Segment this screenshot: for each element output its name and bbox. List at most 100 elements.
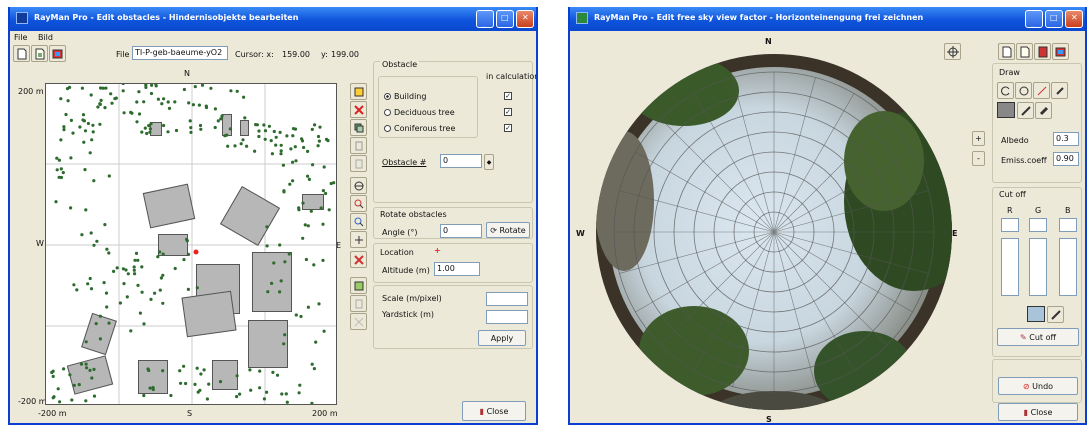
apply-button[interactable]: Apply bbox=[478, 330, 526, 346]
file-name-field[interactable]: TI-P-geb-baeume-yO2 bbox=[132, 46, 228, 60]
cutoff-button[interactable]: ✎ Cut off bbox=[997, 328, 1079, 346]
tree-dot bbox=[199, 372, 203, 376]
clear-icon[interactable] bbox=[350, 251, 367, 268]
eraser-icon[interactable] bbox=[1035, 102, 1052, 119]
close-window-button[interactable]: ✕ bbox=[516, 10, 534, 28]
menu-bild[interactable]: Bild bbox=[38, 33, 53, 42]
include-building-checkbox[interactable]: ✓ bbox=[504, 92, 512, 100]
b-value-box[interactable] bbox=[1059, 218, 1077, 232]
radio-building[interactable]: Building bbox=[384, 92, 426, 101]
obstacle-number-spinner[interactable]: ◆ bbox=[484, 154, 494, 170]
maximize-button[interactable]: □ bbox=[1045, 10, 1063, 28]
obstacle-number-input[interactable]: 0 bbox=[440, 154, 482, 168]
tree-dot bbox=[59, 97, 63, 101]
albedo-input[interactable]: 0.3 bbox=[1053, 132, 1079, 146]
pan-icon[interactable] bbox=[350, 231, 367, 248]
import-icon[interactable] bbox=[350, 277, 367, 294]
g-value-box[interactable] bbox=[1029, 218, 1047, 232]
r-label: R bbox=[1007, 206, 1013, 215]
yardstick-input[interactable] bbox=[486, 310, 528, 324]
tree-dot bbox=[301, 236, 305, 240]
zoom-out-icon[interactable] bbox=[350, 213, 367, 230]
tree-dot bbox=[291, 179, 295, 183]
scale-input[interactable] bbox=[486, 292, 528, 306]
fill-tool-icon[interactable] bbox=[1051, 82, 1068, 99]
rotate-button[interactable]: ⟳ Rotate bbox=[486, 222, 530, 238]
radio-dot-deciduous[interactable] bbox=[384, 109, 391, 116]
obstacle-map[interactable] bbox=[45, 83, 337, 405]
cursor-x-value: 159.00 bbox=[282, 50, 310, 59]
tree-dot bbox=[132, 268, 136, 272]
include-deciduous-checkbox[interactable]: ✓ bbox=[504, 108, 512, 116]
tree-dot bbox=[327, 208, 331, 212]
radio-deciduous[interactable]: Deciduous tree bbox=[384, 108, 455, 117]
active-color-swatch[interactable] bbox=[997, 102, 1015, 118]
delete-obstacle-icon[interactable] bbox=[350, 101, 367, 118]
tree-dot bbox=[300, 139, 305, 143]
tree-dot bbox=[238, 392, 242, 396]
add-obstacle-icon[interactable] bbox=[350, 83, 367, 100]
include-coniferous-checkbox[interactable]: ✓ bbox=[504, 124, 512, 132]
line-tool-icon[interactable] bbox=[1033, 82, 1050, 99]
new-file-icon[interactable] bbox=[13, 45, 30, 62]
paste-obstacle-icon[interactable] bbox=[350, 137, 367, 154]
undo-button[interactable]: ⊘ Undo bbox=[998, 377, 1078, 395]
radio-dot-coniferous[interactable] bbox=[384, 125, 391, 132]
tree-dot bbox=[137, 112, 142, 116]
b-slider[interactable] bbox=[1059, 238, 1077, 296]
radio-coniferous[interactable]: Coniferous tree bbox=[384, 124, 455, 133]
copy-obstacle-icon[interactable] bbox=[350, 119, 367, 136]
tree-dot bbox=[318, 125, 322, 129]
undo-obstacle-icon[interactable] bbox=[350, 155, 367, 172]
tree-dot bbox=[186, 252, 191, 256]
r-value-box[interactable] bbox=[1001, 218, 1019, 232]
image-icon[interactable] bbox=[1052, 43, 1069, 60]
menu-file[interactable]: File bbox=[14, 33, 27, 42]
fisheye-image[interactable] bbox=[584, 51, 964, 413]
radio-dot-building[interactable] bbox=[384, 93, 391, 100]
compass-west: W bbox=[36, 239, 44, 248]
minus-label: - bbox=[977, 154, 980, 163]
r-slider[interactable] bbox=[1001, 238, 1019, 296]
open-file-icon[interactable] bbox=[1016, 43, 1033, 60]
maximize-button[interactable]: □ bbox=[496, 10, 514, 28]
tree-dot bbox=[81, 113, 86, 117]
rotate-left-icon[interactable] bbox=[997, 82, 1014, 99]
tree-dot bbox=[289, 147, 293, 151]
cutoff-color-swatch[interactable] bbox=[1027, 306, 1045, 322]
tree-dot bbox=[103, 106, 107, 110]
new-file-icon[interactable] bbox=[998, 43, 1015, 60]
disabled-tool-icon[interactable] bbox=[350, 313, 367, 330]
tree-dot bbox=[83, 129, 88, 133]
save-file-icon[interactable] bbox=[1034, 43, 1051, 60]
export-icon[interactable] bbox=[350, 295, 367, 312]
tree-dot bbox=[94, 322, 98, 326]
plus-button[interactable]: + bbox=[972, 131, 985, 146]
close-button-left[interactable]: ▮ Close bbox=[462, 401, 526, 421]
tree-dot bbox=[138, 311, 142, 315]
close-button-right[interactable]: ▮ Close bbox=[998, 403, 1078, 421]
tree-dot bbox=[313, 123, 317, 127]
minus-button[interactable]: - bbox=[972, 151, 985, 166]
move-icon[interactable] bbox=[350, 177, 367, 194]
emission-input[interactable]: 0.90 bbox=[1053, 152, 1079, 166]
tree-dot bbox=[195, 366, 199, 370]
door-icon: ▮ bbox=[479, 407, 487, 416]
tree-dot bbox=[115, 266, 119, 270]
image-icon[interactable] bbox=[49, 45, 66, 62]
tree-dot bbox=[322, 165, 326, 169]
tree-dot bbox=[72, 283, 76, 287]
minimize-button[interactable]: _ bbox=[1025, 10, 1043, 28]
rotate-right-icon[interactable] bbox=[1015, 82, 1032, 99]
pencil-icon[interactable] bbox=[1017, 102, 1034, 119]
zoom-in-icon[interactable] bbox=[350, 195, 367, 212]
minimize-button[interactable]: _ bbox=[476, 10, 494, 28]
close-window-button[interactable]: ✕ bbox=[1065, 10, 1083, 28]
altitude-input[interactable]: 1.00 bbox=[434, 262, 480, 276]
angle-input[interactable]: 0 bbox=[440, 224, 482, 238]
cutoff-pencil-icon[interactable] bbox=[1047, 306, 1064, 323]
open-obstacles-icon[interactable] bbox=[31, 45, 48, 62]
tree-dot bbox=[52, 395, 56, 399]
g-slider[interactable] bbox=[1029, 238, 1047, 296]
tree-dot bbox=[179, 381, 183, 385]
